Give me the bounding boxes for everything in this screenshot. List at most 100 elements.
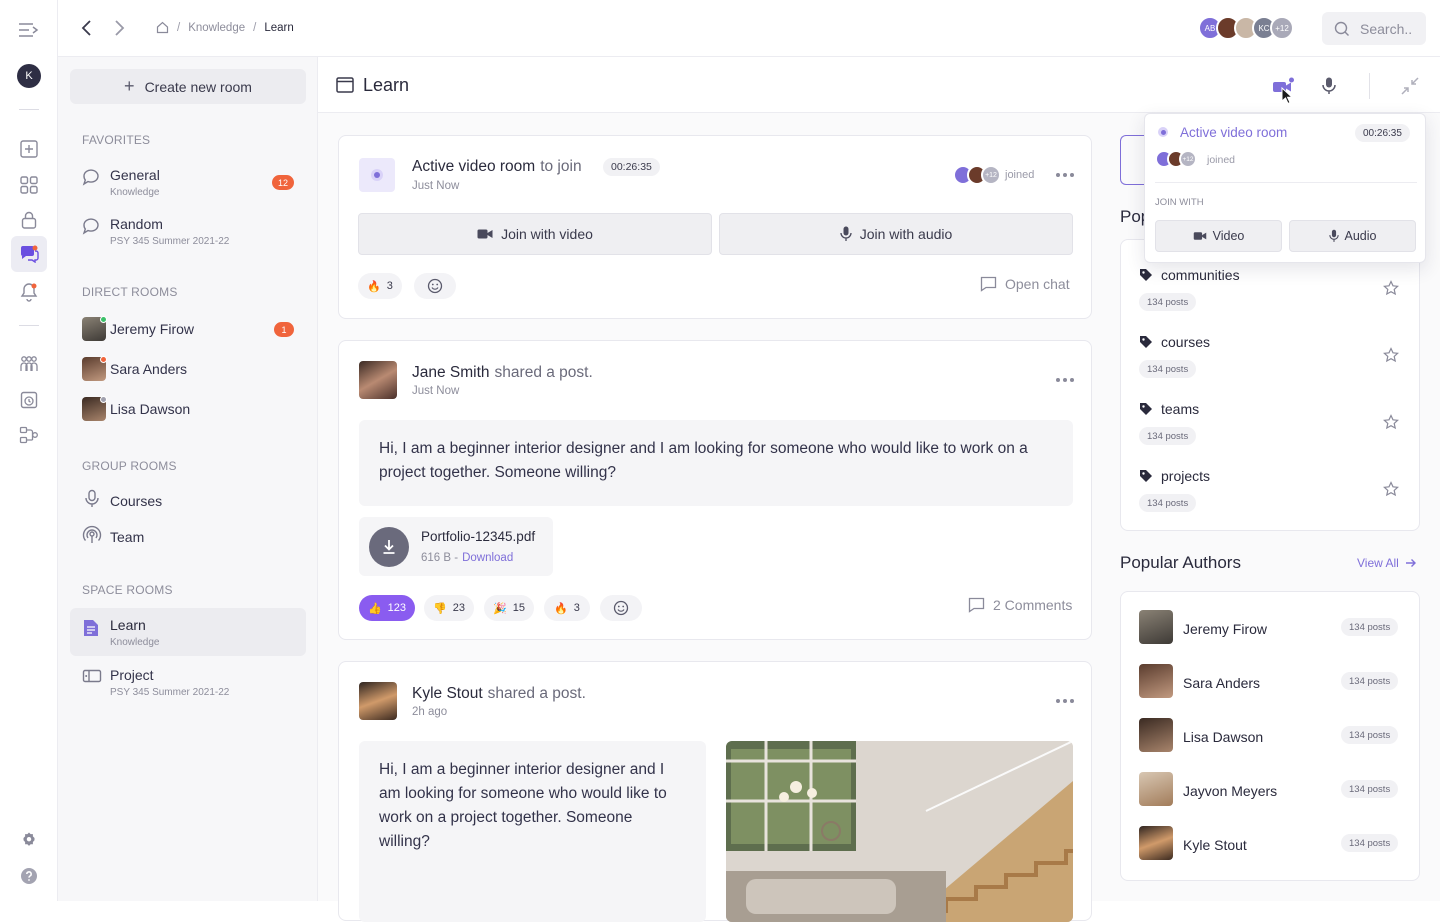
join-audio-label: Join with audio bbox=[859, 226, 953, 242]
popover-video-button[interactable]: Video bbox=[1155, 220, 1282, 252]
tag-row-courses[interactable]: courses 134 posts bbox=[1139, 332, 1403, 392]
reaction-party[interactable]: 🎉 15 bbox=[484, 595, 534, 621]
arrow-right-icon bbox=[1405, 558, 1417, 568]
post-author[interactable]: Kyle Stout bbox=[412, 685, 483, 703]
author-row-lisa-dawson[interactable]: Lisa Dawson 134 posts bbox=[1139, 718, 1403, 758]
chat-bubble-icon bbox=[82, 167, 102, 187]
joined-count: +12 bbox=[981, 165, 1001, 185]
status-dot bbox=[100, 396, 107, 403]
room-sub: PSY 345 Summer 2021-22 bbox=[110, 236, 230, 247]
sidebar-item-team[interactable]: Team bbox=[70, 517, 306, 557]
more-options-icon[interactable] bbox=[1056, 378, 1074, 382]
icon-rail: K bbox=[0, 0, 58, 901]
status-dot bbox=[100, 356, 107, 363]
reaction-thumbs-down[interactable]: 👎 23 bbox=[424, 595, 474, 621]
tag-row-communities[interactable]: communities 134 posts bbox=[1139, 265, 1403, 325]
room-name: General bbox=[110, 167, 160, 183]
room-sub: Knowledge bbox=[110, 637, 160, 648]
room-name: Learn bbox=[110, 617, 146, 633]
workflow-icon[interactable] bbox=[17, 423, 41, 447]
popular-authors-title: Popular Authors bbox=[1120, 553, 1241, 572]
people-icon[interactable] bbox=[17, 352, 41, 376]
author-name: Sara Anders bbox=[1183, 675, 1261, 691]
interior-photo[interactable] bbox=[726, 741, 1073, 922]
collapse-arrows-icon[interactable] bbox=[1400, 77, 1420, 95]
author-row-jeremy-firow[interactable]: Jeremy Firow 134 posts bbox=[1139, 610, 1403, 650]
microphone-icon[interactable] bbox=[1321, 76, 1337, 96]
room-name: Random bbox=[110, 216, 163, 232]
author-row-jayvon-meyers[interactable]: Jayvon Meyers 134 posts bbox=[1139, 772, 1403, 812]
help-icon[interactable] bbox=[17, 864, 41, 888]
add-reaction-button[interactable] bbox=[600, 595, 642, 621]
thumbs-down-emoji-icon: 👎 bbox=[433, 602, 447, 615]
reaction-fire[interactable]: 🔥 3 bbox=[544, 595, 590, 621]
post-action: shared a post. bbox=[494, 364, 593, 381]
back-chevron-icon[interactable] bbox=[78, 18, 96, 38]
download-circle-icon[interactable] bbox=[369, 527, 409, 567]
popover-video-label: Video bbox=[1212, 229, 1245, 243]
reaction-thumbs-up[interactable]: 👍 123 bbox=[359, 595, 415, 621]
file-attachment[interactable]: Portfolio-12345.pdf 616 B - Download bbox=[359, 517, 553, 576]
post-author[interactable]: Jane Smith bbox=[412, 364, 490, 382]
user-avatar[interactable]: K bbox=[17, 64, 41, 88]
party-popper-emoji-icon: 🎉 bbox=[493, 602, 507, 615]
open-chat-button[interactable]: Open chat bbox=[980, 276, 1070, 292]
star-icon[interactable] bbox=[1383, 280, 1399, 296]
author-row-sara-anders[interactable]: Sara Anders 134 posts bbox=[1139, 664, 1403, 704]
star-icon[interactable] bbox=[1383, 347, 1399, 363]
breadcrumb-knowledge[interactable]: Knowledge bbox=[188, 22, 245, 34]
join-audio-button[interactable]: Join with audio bbox=[719, 213, 1073, 255]
avatar bbox=[1139, 826, 1173, 860]
chat-rooms-icon[interactable] bbox=[11, 236, 47, 272]
notification-bell-icon[interactable] bbox=[17, 280, 41, 304]
add-square-icon[interactable] bbox=[17, 137, 41, 161]
chat-bubble-icon bbox=[82, 216, 102, 236]
search-icon bbox=[1334, 21, 1350, 37]
search-input[interactable]: Search.. bbox=[1322, 12, 1426, 45]
room-header: Learn bbox=[318, 57, 1440, 113]
comments-button[interactable]: 2 Comments bbox=[968, 597, 1072, 613]
tag-icon bbox=[1139, 402, 1153, 416]
sidebar-item-learn[interactable]: Learn Knowledge bbox=[70, 608, 306, 656]
home-icon[interactable] bbox=[156, 21, 169, 34]
popular-authors-card: Jeremy Firow 134 posts Sara Anders 134 p… bbox=[1120, 591, 1420, 881]
online-members-stack[interactable]: AB KC +12 bbox=[1198, 16, 1294, 40]
more-options-icon[interactable] bbox=[1056, 699, 1074, 703]
grid-icon[interactable] bbox=[17, 173, 41, 197]
calendar-clock-icon[interactable] bbox=[17, 388, 41, 412]
sidebar-item-courses[interactable]: Courses bbox=[70, 481, 306, 521]
video-room-time: Just Now bbox=[412, 180, 460, 192]
sidebar-item-random[interactable]: Random PSY 345 Summer 2021-22 bbox=[70, 208, 306, 254]
sidebar-item-general[interactable]: General Knowledge 12 bbox=[70, 159, 306, 205]
tag-row-teams[interactable]: teams 134 posts bbox=[1139, 399, 1403, 459]
menu-collapse-icon[interactable] bbox=[17, 18, 41, 42]
view-all-link[interactable]: View All bbox=[1357, 556, 1417, 570]
star-icon[interactable] bbox=[1383, 481, 1399, 497]
reaction-count: 15 bbox=[512, 602, 525, 614]
download-link[interactable]: Download bbox=[462, 552, 513, 564]
forward-chevron-icon[interactable] bbox=[110, 18, 128, 38]
avatar bbox=[1139, 772, 1173, 806]
popover-audio-button[interactable]: Audio bbox=[1289, 220, 1416, 252]
plus-icon: + bbox=[124, 76, 135, 96]
create-room-button[interactable]: + Create new room bbox=[70, 69, 306, 104]
reaction-fire[interactable]: 🔥 3 bbox=[358, 273, 402, 299]
tag-row-projects[interactable]: projects 134 posts bbox=[1139, 466, 1403, 526]
direct-rooms-title: DIRECT ROOMS bbox=[82, 285, 178, 299]
reaction-count: 3 bbox=[573, 602, 580, 614]
add-reaction-button[interactable] bbox=[414, 273, 456, 299]
file-size: 616 B - bbox=[421, 552, 459, 564]
avatar bbox=[359, 682, 397, 720]
join-video-button[interactable]: Join with video bbox=[358, 213, 712, 255]
more-options-icon[interactable] bbox=[1056, 173, 1074, 177]
sidebar-item-lisa-dawson[interactable]: Lisa Dawson bbox=[70, 387, 306, 433]
lock-icon[interactable] bbox=[17, 208, 41, 232]
video-camera-icon bbox=[1193, 231, 1207, 241]
tag-posts-count: 134 posts bbox=[1139, 494, 1197, 512]
settings-gear-icon[interactable] bbox=[17, 828, 41, 852]
sidebar-item-project[interactable]: Project PSY 345 Summer 2021-22 bbox=[70, 659, 306, 705]
microphone-icon bbox=[840, 226, 852, 242]
post-time: 2h ago bbox=[412, 706, 448, 718]
star-icon[interactable] bbox=[1383, 414, 1399, 430]
author-row-kyle-stout[interactable]: Kyle Stout 134 posts bbox=[1139, 826, 1403, 866]
